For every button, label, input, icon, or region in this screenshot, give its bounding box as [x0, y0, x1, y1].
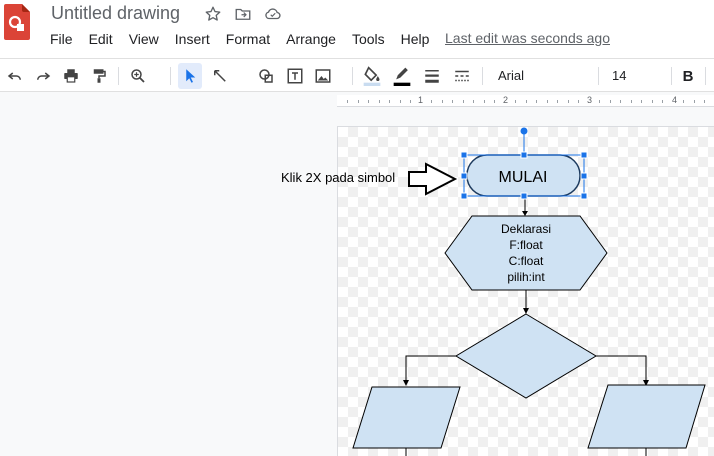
callout-arrow-shape[interactable]	[408, 162, 458, 196]
rotate-handle[interactable]	[520, 127, 528, 135]
google-drawings-app: Untitled drawing File Edit View Insert F…	[0, 0, 714, 456]
resize-handle[interactable]	[580, 172, 588, 180]
connector-arrowhead	[523, 308, 529, 314]
resize-handle[interactable]	[580, 151, 588, 159]
resize-handle[interactable]	[460, 172, 468, 180]
resize-handle[interactable]	[460, 151, 468, 159]
declaration-line: Deklarasi	[501, 222, 551, 236]
start-label: MULAI	[499, 169, 548, 186]
resize-handle[interactable]	[520, 192, 528, 200]
resize-handle[interactable]	[580, 192, 588, 200]
declaration-line: F:float	[509, 238, 543, 252]
input-output-parallelogram-shape[interactable]	[352, 386, 461, 449]
declaration-line: pilih:int	[507, 270, 545, 284]
flowchart: Deklarasi F:float C:float pilih:int MULA…	[352, 127, 706, 456]
decision-diamond-shape[interactable]	[455, 313, 597, 399]
input-output-parallelogram-shape[interactable]	[587, 384, 706, 449]
declaration-line: C:float	[509, 254, 544, 268]
resize-handle[interactable]	[520, 151, 528, 159]
resize-handle[interactable]	[460, 192, 468, 200]
connector-line[interactable]	[405, 355, 456, 381]
connector-arrowhead	[522, 211, 528, 216]
connector-line[interactable]	[596, 355, 647, 381]
connector-arrowhead	[403, 380, 409, 386]
